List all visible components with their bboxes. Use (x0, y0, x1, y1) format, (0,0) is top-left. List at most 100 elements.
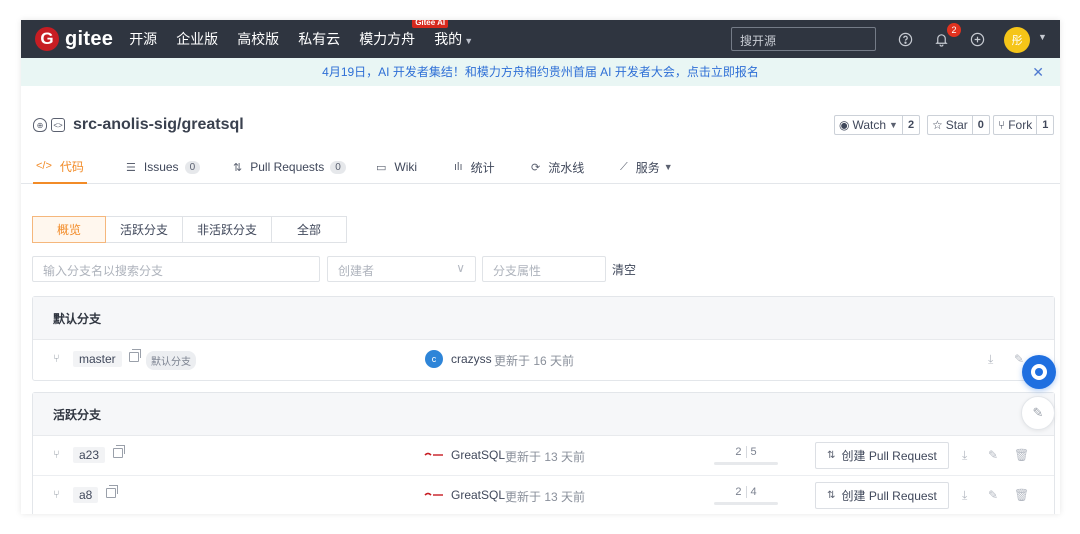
updated-time: 更新于 13 天前 (505, 450, 586, 464)
create-pull-request-button[interactable]: ⇅ 创建 Pull Request (815, 442, 949, 469)
nav-item-education[interactable]: 高校版 (237, 29, 279, 49)
user-avatar[interactable]: 彤 (1004, 27, 1030, 53)
tab-code[interactable]: </> 代码 (33, 150, 87, 184)
code-icon: </> (36, 160, 52, 172)
service-icon: ⟋ (620, 160, 628, 173)
branch-filter-tabs: 概览 活跃分支 非活跃分支 全部 (32, 216, 348, 243)
tab-issues-count: 0 (184, 160, 201, 174)
star-text: Star (945, 118, 968, 132)
feedback-float-button[interactable]: ✎ (1021, 396, 1055, 430)
chart-icon: ılı (454, 161, 463, 173)
nav-item-enterprise[interactable]: 企业版 (176, 29, 218, 49)
tab-wiki[interactable]: ▭ Wiki (376, 150, 417, 184)
gitee-logo[interactable]: G gitee (35, 27, 113, 51)
create-pull-request-button[interactable]: ⇅ 创建 Pull Request (815, 482, 949, 509)
feedback-icon: ✎ (1032, 405, 1044, 420)
author-name[interactable]: GreatSQL (451, 488, 505, 502)
copy-icon[interactable] (129, 349, 141, 362)
tab-service[interactable]: ⟋ 服务 ▼ (620, 150, 673, 184)
pipeline-icon: ⟳ (531, 161, 541, 174)
gitee-logo-icon: G (35, 27, 59, 51)
tab-pull-requests[interactable]: ⇅ Pull Requests 0 (233, 150, 346, 184)
tab-service-label: 服务 (635, 160, 660, 175)
author-name[interactable]: GreatSQL (451, 448, 505, 462)
chevron-down-icon: ▼ (464, 36, 474, 46)
tab-pipeline[interactable]: ⟳ 流水线 (531, 150, 584, 184)
star-icon: ☆ (932, 118, 943, 132)
edit-icon[interactable]: ✎ (1014, 352, 1024, 366)
tab-issues-label: Issues (143, 160, 179, 174)
copy-icon[interactable] (113, 445, 125, 458)
filter-inactive[interactable]: 非活跃分支 (182, 216, 273, 243)
star-label: ☆ Star (928, 118, 972, 132)
ahead-behind-bar (714, 502, 778, 505)
edit-icon[interactable]: ✎ (988, 448, 998, 462)
assistant-float-button[interactable] (1022, 355, 1056, 389)
tab-pull-requests-count: 0 (330, 160, 346, 174)
nav-item-moli[interactable]: 模力方舟 Gitee AI (359, 20, 449, 49)
filter-overview[interactable]: 概览 (32, 216, 107, 243)
tab-stats[interactable]: ılı 统计 (454, 150, 495, 184)
delete-icon[interactable]: 🗑 (1014, 488, 1029, 502)
branch-attr-select[interactable]: 分支属性 (482, 256, 606, 282)
branch-search-input[interactable]: 输入分支名以搜索分支 (32, 256, 320, 282)
tab-issues[interactable]: ☰ Issues 0 (126, 150, 201, 184)
clear-filter-link[interactable]: 清空 (612, 261, 636, 278)
fork-count[interactable]: 1 (1036, 116, 1053, 134)
creator-select[interactable]: 创建者 ∨ (327, 256, 476, 282)
delete-icon[interactable]: 🗑 (1014, 448, 1029, 462)
branch-name[interactable]: a23 (73, 447, 106, 463)
chevron-down-icon[interactable]: ▼ (1038, 32, 1047, 42)
greatsql-logo-icon (424, 492, 443, 496)
watch-label: ◉ Watch ▼ (835, 118, 902, 132)
code-icon: <> (51, 118, 65, 132)
logo-text: gitee (65, 27, 114, 50)
banner-text[interactable]: 4月19日，AI 开发者集结！和模力方舟相约贵州首届 AI 开发者大会，点击立即… (322, 65, 759, 79)
top-navbar: G gitee 开源 企业版 高校版 私有云 模力方舟 Gitee AI 我的 ▼ … (21, 20, 1060, 58)
copy-icon[interactable] (106, 485, 118, 498)
section-title: 活跃分支 (33, 393, 1054, 436)
default-branch-badge: 默认分支 (146, 351, 196, 370)
repo-title[interactable]: src-anolis-sig/greatsql (73, 116, 244, 134)
nav-item-opensource[interactable]: 开源 (129, 29, 157, 49)
close-icon[interactable]: ✕ (1032, 58, 1044, 86)
greatsql-logo-icon (424, 452, 443, 456)
download-icon[interactable]: ⤓ (962, 488, 967, 503)
chevron-down-icon: ▼ (889, 120, 898, 130)
branch-icon: ⑂ (53, 449, 60, 461)
fork-label: ⑂ Fork (994, 118, 1036, 132)
announcement-banner[interactable]: 4月19日，AI 开发者集结！和模力方舟相约贵州首届 AI 开发者大会，点击立即… (21, 58, 1060, 86)
star-count[interactable]: 0 (971, 116, 989, 134)
nav-item-private-cloud[interactable]: 私有云 (298, 29, 340, 49)
chevron-down-icon: ▼ (663, 162, 673, 172)
watch-count[interactable]: 2 (901, 116, 919, 134)
create-pr-label: 创建 Pull Request (841, 449, 937, 463)
pull-request-icon: ⇅ (827, 490, 836, 501)
active-branch-section: 活跃分支 ⑂ a23 GreatSQL 更新于 13 天前 25 ⇅ 创建 Pul… (32, 392, 1055, 514)
plus-icon[interactable] (967, 29, 987, 49)
tab-pull-requests-label: Pull Requests (250, 160, 325, 174)
author-name[interactable]: crazyss (451, 352, 492, 366)
ahead-count: 5 (750, 446, 757, 458)
edit-icon[interactable]: ✎ (988, 488, 998, 502)
star-button[interactable]: ☆ Star 0 (927, 115, 990, 135)
book-icon: ▭ (376, 161, 387, 174)
help-icon[interactable] (895, 29, 915, 49)
assistant-icon (1031, 364, 1047, 380)
download-icon[interactable]: ⤓ (962, 448, 967, 463)
avatar[interactable]: c (425, 350, 443, 368)
fork-button[interactable]: ⑂ Fork 1 (993, 115, 1055, 135)
ahead-count: 4 (750, 486, 757, 498)
filter-all[interactable]: 全部 (271, 216, 348, 243)
ahead-behind-bar (714, 462, 778, 465)
nav-item-mine[interactable]: 我的 ▼ (434, 29, 473, 49)
branch-name[interactable]: master (73, 351, 122, 367)
nav-item-mine-label: 我的 (434, 31, 463, 47)
tab-wiki-label: Wiki (394, 160, 418, 174)
branch-name[interactable]: a8 (73, 487, 99, 503)
watch-button[interactable]: ◉ Watch ▼ 2 (834, 115, 921, 135)
download-icon[interactable]: ⤓ (988, 352, 993, 367)
nav-search-input[interactable]: 搜开源 (731, 27, 876, 51)
ahead-behind-indicator: 24 (714, 486, 778, 505)
filter-active[interactable]: 活跃分支 (105, 216, 184, 243)
